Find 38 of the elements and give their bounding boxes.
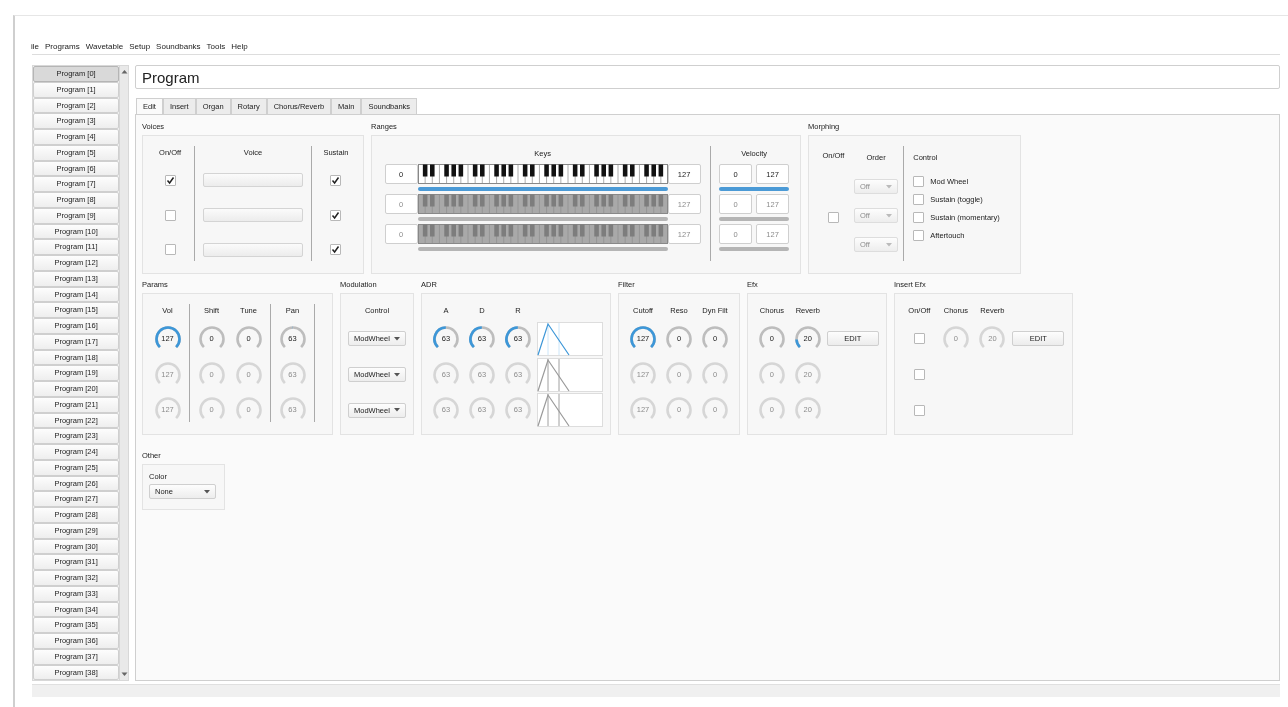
program-name-field[interactable]: Program bbox=[135, 65, 1280, 89]
voice-button[interactable] bbox=[203, 242, 303, 257]
menu-item[interactable]: ile bbox=[31, 41, 39, 51]
checkbox[interactable] bbox=[330, 174, 342, 186]
voice-button[interactable] bbox=[203, 208, 303, 223]
checkbox[interactable] bbox=[827, 212, 839, 224]
scroll-up-icon[interactable] bbox=[120, 69, 128, 74]
caret-icon bbox=[394, 336, 400, 341]
menu-item[interactable]: Help bbox=[231, 41, 248, 51]
menu-item[interactable]: Programs bbox=[45, 41, 80, 51]
caret-icon bbox=[886, 184, 893, 189]
checkbox[interactable] bbox=[913, 369, 925, 381]
checkbox[interactable] bbox=[913, 193, 925, 205]
piano-keyboard-drawing[interactable] bbox=[417, 164, 668, 184]
checkbox[interactable] bbox=[164, 244, 176, 256]
caret-icon bbox=[886, 242, 893, 247]
checkbox[interactable] bbox=[913, 229, 925, 241]
checkbox[interactable] bbox=[913, 404, 925, 416]
checkbox[interactable] bbox=[164, 174, 176, 186]
checkbox[interactable] bbox=[164, 209, 176, 221]
checkbox[interactable] bbox=[330, 209, 342, 221]
menu-item[interactable]: Soundbanks bbox=[156, 41, 201, 51]
caret-icon bbox=[204, 489, 210, 494]
checkbox[interactable] bbox=[330, 244, 342, 256]
caret-icon bbox=[886, 213, 893, 218]
checkbox[interactable] bbox=[913, 175, 925, 187]
menu-item[interactable]: Wavetable bbox=[85, 41, 124, 51]
caret-icon bbox=[394, 408, 400, 413]
checkbox[interactable] bbox=[913, 333, 925, 345]
voice-button[interactable] bbox=[203, 173, 303, 188]
range-slider[interactable] bbox=[417, 187, 668, 191]
scrollbar[interactable] bbox=[119, 66, 128, 680]
scroll-down-icon[interactable] bbox=[120, 672, 128, 677]
menu-item[interactable]: Setup bbox=[129, 41, 151, 51]
range-slider[interactable] bbox=[719, 187, 790, 191]
checkbox[interactable] bbox=[913, 211, 925, 223]
menu-item[interactable]: Tools bbox=[206, 41, 226, 51]
caret-icon bbox=[394, 372, 400, 377]
